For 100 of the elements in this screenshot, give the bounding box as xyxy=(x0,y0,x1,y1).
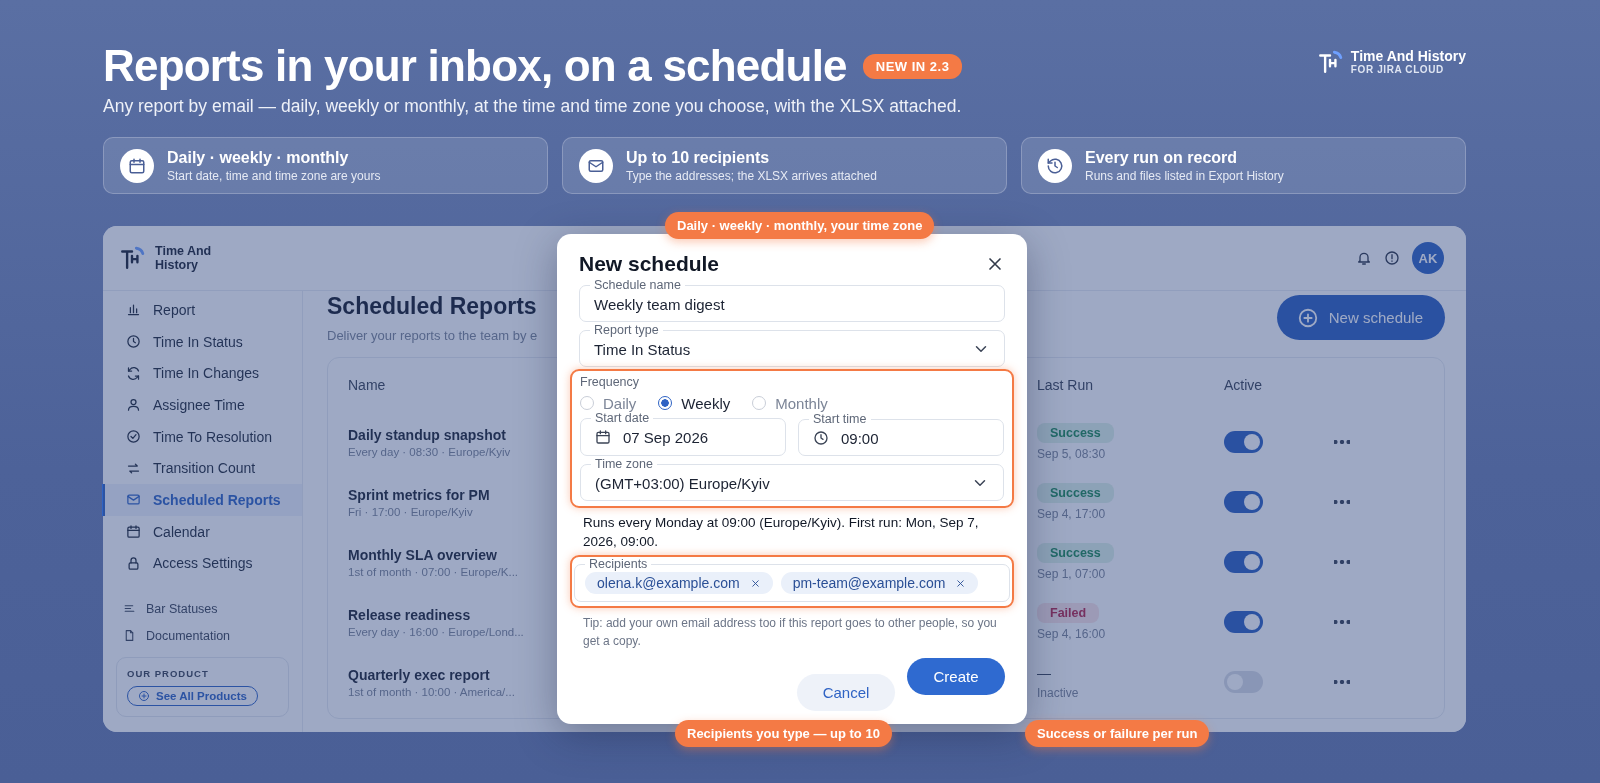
field-label: Start date xyxy=(594,411,651,425)
time-zone-dropdown[interactable]: Time zone (GMT+03:00) Europe/Kyiv xyxy=(580,457,1004,501)
remove-icon xyxy=(749,577,761,589)
status-badge: Failed xyxy=(1037,603,1100,623)
field-value: Weekly team digest xyxy=(594,295,726,313)
name-field[interactable]: Schedule name Weekly team digest xyxy=(579,278,1005,322)
more-icon xyxy=(1334,440,1350,444)
schedule-detail: Every day · 16:00 · Europe/Lond... xyxy=(348,625,525,638)
hint-text: Tip: add your own email address too if this report goes to other people, so you get a copy. xyxy=(583,615,998,650)
create-button[interactable]: Create xyxy=(907,658,1005,695)
person-icon xyxy=(126,397,141,413)
schedule-detail: 1st of month · 10:00 · America/... xyxy=(348,685,516,698)
sidebar-item[interactable]: Transition Count xyxy=(102,452,302,485)
schedule-name: Sprint metrics for PM xyxy=(348,486,491,503)
brand-name: Time And History xyxy=(1350,48,1466,64)
active-toggle[interactable] xyxy=(1224,431,1263,453)
page-title: Scheduled Reports xyxy=(327,293,538,320)
field-value: (GMT+03:00) Europe/Kyiv xyxy=(595,474,771,492)
schedule-detail: Every day · 08:30 · Europe/Kyiv xyxy=(348,445,512,458)
bell-icon xyxy=(1356,250,1372,266)
callout-label: Recipients you type — up to 10 xyxy=(675,720,892,747)
recipients-field[interactable]: Recipients olena.k@example.com pm-team@example.com xyxy=(574,557,1010,602)
page-heading: Reports in your inbox, on a schedule xyxy=(103,40,847,92)
plus-circle-icon xyxy=(138,690,150,703)
info-icon xyxy=(1384,250,1400,266)
radio-button[interactable] xyxy=(658,396,673,410)
column-header: Last Run xyxy=(1037,377,1095,393)
logo-icon xyxy=(1316,48,1343,75)
sidebar-link[interactable]: Bar Statuses xyxy=(103,595,302,623)
field-label: Report type xyxy=(593,323,660,337)
more-icon xyxy=(1334,680,1350,684)
field-label: Start time xyxy=(812,412,868,426)
new-schedule-button[interactable]: New schedule xyxy=(1276,295,1445,340)
email-chip[interactable]: pm-team@example.com xyxy=(780,572,979,594)
date-field[interactable]: Start date 07 Sep 2026 xyxy=(580,411,786,456)
last-run-time: Inactive xyxy=(1037,686,1080,700)
version-badge: NEW IN 2.3 xyxy=(862,53,963,79)
field-label: Time zone xyxy=(594,457,654,471)
calendar-icon xyxy=(126,524,141,540)
last-run-time: Sep 5, 08:30 xyxy=(1037,447,1107,461)
sidebar-item[interactable]: Assignee Time xyxy=(102,389,302,421)
field-label: Recipients xyxy=(588,557,649,571)
document-icon xyxy=(123,629,136,643)
clock-icon xyxy=(813,430,829,446)
brand-tagline: FOR JIRA CLOUD xyxy=(1350,64,1445,75)
page-subtitle: Deliver your reports to the team by e xyxy=(327,328,538,343)
app-name: Time And History xyxy=(155,244,213,272)
check-circle-icon xyxy=(126,429,141,445)
plus-circle-icon xyxy=(1296,306,1319,329)
schedule-name: Release readiness xyxy=(348,606,472,623)
column-header: Active xyxy=(1224,377,1264,393)
sidebar-item[interactable]: Time In Changes xyxy=(102,357,302,390)
schedule-name: Monthly SLA overview xyxy=(348,546,498,563)
sidebar-item[interactable]: Calendar xyxy=(102,515,302,548)
active-toggle[interactable] xyxy=(1224,551,1263,573)
report-type-dropdown[interactable]: Report type Time In Status xyxy=(579,323,1005,367)
history-icon xyxy=(1046,156,1064,175)
sidebar-item[interactable]: Time To Resolution xyxy=(102,420,302,453)
more-icon xyxy=(1334,500,1350,504)
radio-label: Daily xyxy=(603,394,637,412)
field-label: Schedule name xyxy=(593,278,682,292)
column-header: Name xyxy=(348,377,387,393)
lock-icon xyxy=(126,555,141,571)
logo-icon xyxy=(119,245,145,271)
sidebar-item[interactable]: Scheduled Reports xyxy=(102,484,302,516)
clock-icon xyxy=(126,334,141,350)
user-avatar[interactable]: AK xyxy=(1412,242,1444,274)
more-icon xyxy=(1334,620,1350,624)
status-text: — xyxy=(1037,665,1051,681)
dialog-title: New schedule xyxy=(579,252,720,276)
last-run-time: Sep 4, 17:00 xyxy=(1037,507,1107,521)
calendar-icon xyxy=(595,429,611,445)
callout-label: Daily · weekly · monthly, your time zone xyxy=(665,212,935,239)
time-field[interactable]: Start time 09:00 xyxy=(798,412,1004,456)
feature-title: Daily · weekly · monthly xyxy=(167,148,350,167)
feature-title: Up to 10 recipients xyxy=(626,148,771,167)
schedule-name: Quarterly exec report xyxy=(348,666,491,683)
more-icon xyxy=(1334,560,1350,564)
bar-chart-icon xyxy=(126,302,141,318)
feature-description: Start date, time and time zone are yours xyxy=(167,168,381,183)
status-badge: Success xyxy=(1037,483,1114,503)
schedule-summary: Runs every Monday at 09:00 (Europe/Kyiv). First run: Mon, Sep 7, 2026, 09:00. xyxy=(583,514,980,551)
sidebar-item[interactable]: Access Settings xyxy=(102,547,302,580)
swap-arrows-icon xyxy=(126,460,141,476)
feature-description: Runs and files listed in Export History xyxy=(1085,168,1284,183)
schedule-detail: Fri · 17:00 · Europe/Kyiv xyxy=(348,505,474,518)
radio-label: Weekly xyxy=(681,394,731,412)
calendar-icon xyxy=(128,156,146,175)
email-chip[interactable]: olena.k@example.com xyxy=(585,572,773,594)
panel-heading: OUR PRODUCT xyxy=(127,668,210,680)
schedule-name: Daily standup snapshot xyxy=(348,426,507,443)
active-toggle[interactable] xyxy=(1224,491,1263,513)
sidebar-item[interactable]: Time In Status xyxy=(102,325,302,358)
cancel-button[interactable]: Cancel xyxy=(797,674,895,711)
sidebar-link[interactable]: Documentation xyxy=(103,622,302,650)
sidebar-item[interactable]: Report xyxy=(102,294,302,326)
radio-label: Monthly xyxy=(775,394,828,412)
active-toggle[interactable] xyxy=(1224,611,1263,633)
last-run-time: Sep 1, 07:00 xyxy=(1037,567,1107,581)
page-description: Any report by email — daily, weekly or monthly, at the time and time zone you choose, with the XLSX attached. xyxy=(103,96,963,117)
